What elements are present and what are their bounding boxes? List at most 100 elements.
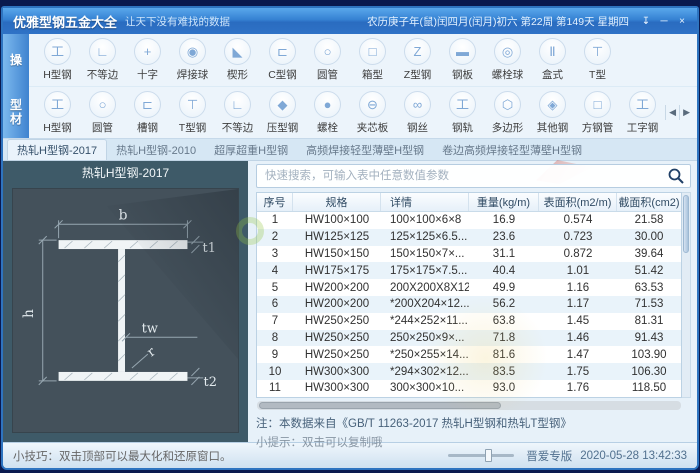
toolbar-item-steel-plate[interactable]: ▬ 钢板: [440, 38, 485, 82]
close-button[interactable]: ×: [673, 13, 691, 29]
cell-detail: *244×252×11...: [390, 315, 468, 328]
title-bar[interactable]: 优雅型钢五金大全 让天下没有难找的数据 农历庚子年(鼠)闰四月(闰月)初六 第2…: [3, 8, 697, 34]
toolbar-item-label: 多边形: [491, 121, 524, 134]
vertical-scrollbar-thumb[interactable]: [683, 195, 689, 253]
column-header-index[interactable]: 序号: [257, 193, 293, 211]
toolbar-item-round-pipe-2[interactable]: ○ 圆管: [80, 90, 125, 135]
toolbar-item-bolt-ball[interactable]: ◎ 螺栓球: [485, 38, 530, 82]
toolbar-item-z-steel[interactable]: Z Z型钢: [395, 38, 440, 82]
side-tab-strip: 操 型材: [3, 34, 29, 138]
cell-detail: 200X200X8X12: [390, 281, 469, 294]
column-header-section-area[interactable]: 截面积(cm2): [617, 193, 681, 211]
column-header-weight[interactable]: 重量(kg/m): [469, 193, 539, 211]
table-row[interactable]: 4 HW175×175 175×175×7.5... 40.4 1.01 51.42: [257, 262, 681, 280]
other-steel-icon: ◈: [539, 90, 566, 118]
transparency-slider-handle[interactable]: [485, 449, 493, 462]
column-header-spec[interactable]: 规格: [293, 193, 381, 211]
tab-4[interactable]: 高频焊接轻型薄壁H型钢: [297, 139, 433, 160]
cell-detail: 300×300×10...: [390, 382, 465, 395]
toolbar-item-square-pipe[interactable]: □ 方钢管: [575, 90, 620, 135]
table-row[interactable]: 11 HW300×300 300×300×10... 93.0 1.76 118.50: [257, 380, 681, 397]
toolbar-item-box-type[interactable]: Ⅱ 盒式: [530, 38, 575, 82]
cell-detail: *250×255×14...: [390, 348, 469, 361]
cell-weight: 23.6: [492, 231, 516, 244]
table-row[interactable]: 5 HW200×200 200X200X8X12 49.9 1.16 63.53: [257, 279, 681, 296]
bolt-ball-icon: ◎: [494, 38, 521, 65]
cell-detail: 100×100×6×8: [390, 214, 462, 227]
tab-5[interactable]: 卷边高频焊接轻型薄壁H型钢: [433, 139, 591, 160]
horizontal-scrollbar-thumb[interactable]: [259, 401, 501, 409]
column-header-detail[interactable]: 详情: [381, 193, 469, 211]
table-row[interactable]: 7 HW250×250 *244×252×11... 63.8 1.45 81.31: [257, 313, 681, 330]
c-steel-icon: ⊏: [269, 38, 296, 65]
toolbar: 操 型材 工 H型钢 ∟ 不等边 + 十字 ◉ 焊接球 ◣ 楔形 ⊏ C型钢 ○ 圆管 □ 箱型 Z Z型钢 ▬ 钢板…: [3, 34, 697, 139]
cell-section-area: 106.30: [631, 365, 667, 378]
cell-detail: 150×150×7×...: [390, 247, 465, 260]
sandwich-panel-icon: ⊖: [359, 90, 386, 118]
table-row[interactable]: 8 HW250×250 250×250×9×... 71.8 1.46 91.43: [257, 329, 681, 347]
toolbar-item-bolt[interactable]: ● 螺栓: [305, 90, 350, 135]
transparency-slider[interactable]: [448, 449, 515, 462]
toolbar-item-c-steel[interactable]: ⊏ C型钢: [260, 38, 305, 82]
toolbar-item-label: C型钢: [268, 69, 297, 81]
toolbar-item-polygon[interactable]: ⬡ 多边形: [485, 90, 530, 135]
cell-spec: HW300×300: [304, 382, 370, 395]
pin-button[interactable]: ↧: [637, 13, 655, 29]
tab-2[interactable]: 热轧H型钢-2010: [107, 139, 205, 160]
toolbar-item-profiled-steel[interactable]: ◆ 压型钢: [260, 90, 305, 135]
minimize-button[interactable]: ─: [655, 13, 673, 29]
cell-index: 4: [271, 264, 279, 277]
toolbar-item-t-shape[interactable]: ⊤ T型: [575, 38, 620, 82]
scroll-right-icon[interactable]: ▶: [679, 105, 693, 120]
search-input[interactable]: [256, 164, 691, 188]
toolbar-item-label: 工字钢: [626, 121, 659, 134]
vertical-scrollbar[interactable]: [682, 192, 691, 398]
cell-surface-area: 0.723: [563, 231, 593, 244]
toolbar-item-channel-steel[interactable]: ⊏ 槽钢: [125, 90, 170, 135]
toolbar-item-cross-steel[interactable]: + 十字: [125, 38, 170, 82]
tab-1[interactable]: 热轧H型钢-2017: [7, 139, 108, 160]
toolbar-item-h-beam[interactable]: 工 H型钢: [35, 38, 80, 82]
toolbar-item-rail[interactable]: 工钢轨: [440, 90, 485, 135]
dim-label-t2: t2: [204, 375, 217, 390]
i-beam-icon: 工: [629, 90, 656, 118]
side-tab-profiles[interactable]: 型材: [3, 86, 29, 138]
tab-3[interactable]: 超厚超重H型钢: [205, 139, 297, 160]
toolbar-item-steel-wire[interactable]: ∞ 钢丝: [395, 90, 440, 135]
toolbar-item-i-beam[interactable]: 工工字钢: [620, 90, 665, 135]
app-subtitle: 让天下没有难找的数据: [125, 15, 231, 28]
toolbar-item-label: 十字: [137, 69, 158, 81]
cell-surface-area: 1.75: [566, 365, 590, 378]
toolbar-item-round-pipe[interactable]: ○ 圆管: [305, 38, 350, 82]
toolbar-item-label: Z型钢: [403, 69, 432, 81]
table-row[interactable]: 3 HW150×150 150×150×7×... 31.1 0.872 39.64: [257, 246, 681, 263]
toolbar-item-box-section[interactable]: □ 箱型: [350, 38, 395, 82]
column-header-surface-area[interactable]: 表面积(m2/m): [539, 193, 617, 211]
table-row[interactable]: 2 HW125×125 125×125×6.5... 23.6 0.723 30.00: [257, 228, 681, 246]
toolbar-item-other-steel[interactable]: ◈ 其他钢: [530, 90, 575, 135]
toolbar-item-unequal-angle-2[interactable]: ∟ 不等边: [215, 90, 260, 135]
table-row[interactable]: 10 HW300×300 *294×302×12... 83.5 1.75 106.30: [257, 363, 681, 380]
edition-label: 晋爱专版: [526, 450, 573, 463]
toolbar-item-sandwich-panel[interactable]: ⊖ 夹芯板: [350, 90, 395, 135]
horizontal-scrollbar[interactable]: [257, 400, 681, 410]
table-row[interactable]: 6 HW200×200 *200X204×12... 56.2 1.17 71.53: [257, 295, 681, 313]
side-tab-operate[interactable]: 操: [3, 34, 29, 86]
data-panel: 序号规格详情重量(kg/m)表面积(m2/m)截面积(cm2) 1 HW100×1…: [236, 160, 697, 449]
table-row[interactable]: 9 HW250×250 *250×255×14... 81.6 1.47 103.90: [257, 346, 681, 363]
toolbar-item-label: T型钢: [178, 121, 207, 134]
profiles-table: 序号 规格 详情 重量(kg/m) 表面积(m2/m) 截面积(cm2) 1 HW100×1…: [256, 192, 682, 398]
toolbar-item-label: 盒式: [542, 69, 563, 81]
toolbar-item-welded-ball[interactable]: ◉ 焊接球: [170, 38, 215, 82]
toolbar-item-h-beam-2[interactable]: 工 H型钢: [35, 90, 80, 135]
search-icon[interactable]: [667, 167, 685, 185]
toolbar-item-wedge[interactable]: ◣ 楔形: [215, 38, 260, 82]
toolbar-item-label: 钢板: [452, 69, 473, 81]
toolbar-row-2: 工 H型钢 ○ 圆管 ⊏ 槽钢 ⊤ T型钢 ∟ 不等边 ◆ 压型钢 ● 螺栓 ⊖ 夹芯板 ∞ 钢丝工钢轨 ⬡ 多边形 ◈…: [29, 86, 697, 138]
table-row[interactable]: 1 HW100×100 100×100×6×8 16.9 0.574 21.58: [257, 212, 681, 229]
toolbar-item-t-steel[interactable]: ⊤ T型钢: [170, 90, 215, 135]
toolbar-item-unequal-angle[interactable]: ∟ 不等边: [80, 38, 125, 82]
h-beam-icon: 工: [44, 38, 71, 65]
cell-spec: HW250×250: [304, 331, 370, 344]
scroll-left-icon[interactable]: ◀: [665, 105, 679, 120]
